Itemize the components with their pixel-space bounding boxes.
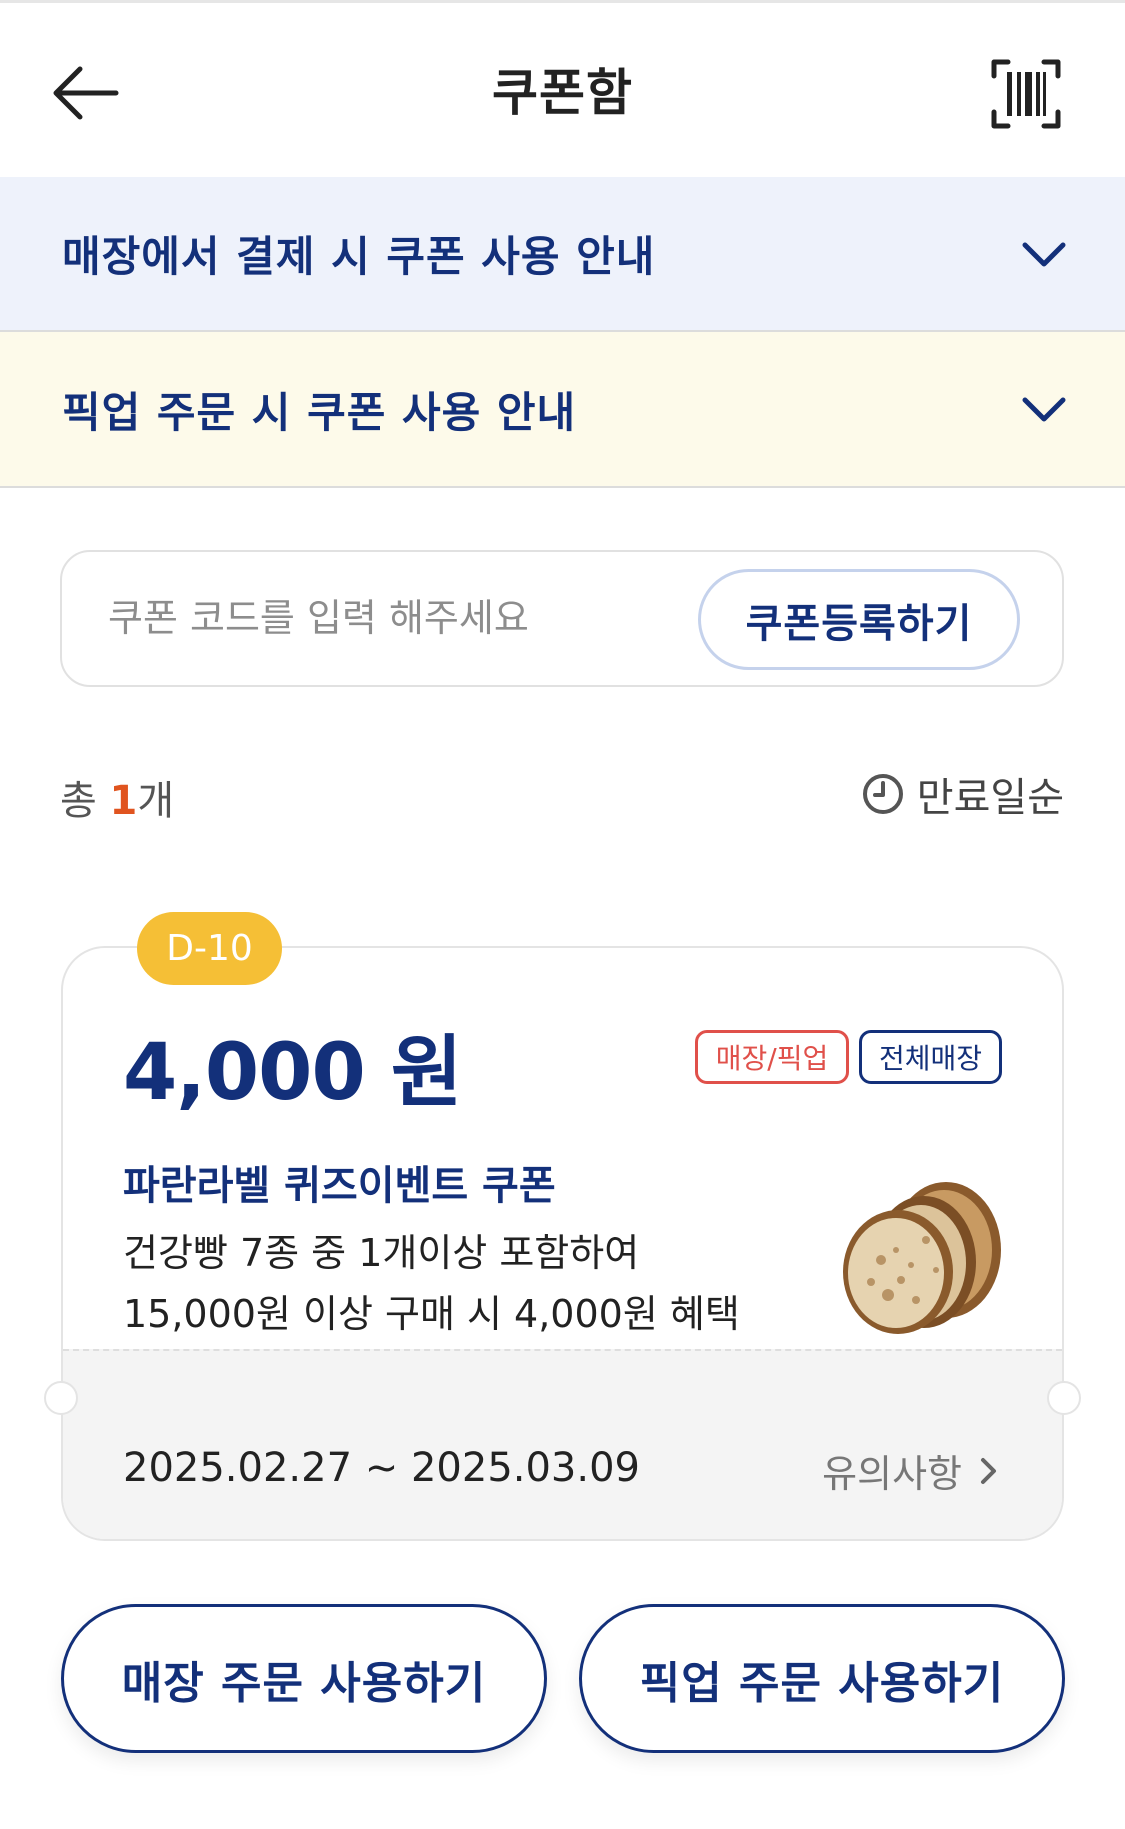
barcode-scan-button[interactable] [990,58,1062,130]
dday-badge: D-10 [137,912,282,985]
use-pickup-button[interactable]: 픽업 주문 사용하기 [579,1604,1065,1753]
sort-label: 만료일순 [916,775,1064,821]
use-in-store-button[interactable]: 매장 주문 사용하기 [61,1604,547,1753]
ticket-notch-left [44,1381,78,1415]
validity-period: 2025.02.27 ~ 2025.03.09 [123,1445,640,1491]
page-title: 쿠폰함 [492,64,633,122]
tag-all-stores: 전체매장 [859,1030,1002,1084]
register-coupon-button[interactable]: 쿠폰등록하기 [698,569,1020,670]
store-payment-guide-accordion[interactable]: 매장에서 결제 시 쿠폰 사용 안내 [0,177,1125,332]
coupon-count: 총 1개 [60,768,174,826]
chevron-down-icon [1022,242,1066,266]
coupon-description-line-2: 15,000원 이상 구매 시 4,000원 혜택 [123,1292,740,1336]
app-header: 쿠폰함 [0,3,1125,177]
chevron-down-icon [1022,397,1066,422]
count-number: 1 [109,778,138,824]
store-payment-guide-label: 매장에서 결제 시 쿠폰 사용 안내 [62,232,656,281]
notice-label: 유의사항 [822,1452,962,1496]
bread-image [843,1182,1001,1334]
ticket-notch-right [1047,1381,1081,1415]
tag-store-pickup: 매장/픽업 [695,1030,849,1084]
coupon-code-input[interactable] [108,586,668,650]
pickup-order-guide-label: 픽업 주문 시 쿠폰 사용 안내 [62,387,577,437]
pickup-order-guide-accordion[interactable]: 픽업 주문 시 쿠폰 사용 안내 [0,332,1125,488]
chevron-right-icon [981,1457,996,1484]
clock-icon [862,774,903,814]
barcode-scan-icon [991,59,1061,129]
notice-link[interactable]: 유의사항 [822,1443,1000,1498]
count-suffix: 개 [137,778,175,824]
coupon-register-box: 쿠폰등록하기 [60,550,1064,687]
coupon-name: 파란라벨 퀴즈이벤트 쿠폰 [123,1163,556,1209]
coupon-description-line-1: 건강빵 7종 중 1개이상 포함하여 [123,1231,640,1275]
sort-button[interactable]: 만료일순 [861,765,1064,823]
count-prefix: 총 [60,778,110,824]
coupon-amount: 4,000 원 [123,1028,463,1118]
